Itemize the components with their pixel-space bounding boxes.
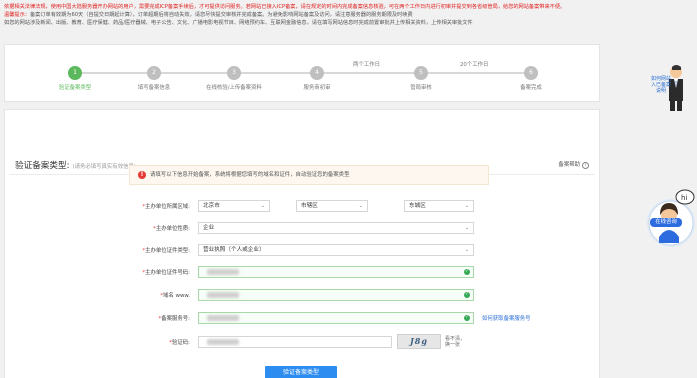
notice-panel: 依据相关法律法规，使用中国大陆服务器开办网站的用户，需要完成ICP备案手续后，才… [4, 4, 654, 27]
info-tip: ! 请填写以下信息开始备案，系统将根据您填写的域名和证件，自动验证您的备案类型 [129, 165, 489, 185]
domain-label-text: 域名 [163, 293, 174, 299]
step-6-dot: 6 [524, 66, 538, 80]
region-label-text: 主办单位所属区域: [145, 204, 190, 210]
cert-type-select[interactable]: 营业执照（个人或企业） ⌄ [198, 244, 474, 256]
svg-text:hi: hi [681, 194, 687, 202]
unit-type-row: *主办单位性质: 企业 ⌄ [0, 222, 596, 234]
notice-tip-text: 备案订单有效期为60天（自提交日期起计算），订单超期后将自动失效，请您尽快提交审… [29, 11, 413, 18]
online-consult-widget[interactable]: hi 在线咨询 [645, 185, 697, 257]
cert-type-value: 营业执照（个人或企业） [203, 247, 265, 253]
service-no-label: *备案服务号: [158, 316, 190, 322]
check-circle-icon: ✓ [464, 269, 470, 275]
region-label: *主办单位所属区域: [142, 204, 190, 210]
chevron-down-icon: ⌄ [464, 203, 469, 209]
step-3-dot: 3 [227, 66, 241, 80]
cert-type-label: *主办单位证件类型: [142, 248, 190, 254]
notice-line-tip: 温馨提示：备案订单有效期为60天（自提交日期起计算），订单超期后将自动失效，请您… [4, 12, 654, 20]
cert-type-label-text: 主办单位证件类型: [145, 248, 190, 254]
cert-no-label-text: 主办单位证件号码: [145, 270, 190, 276]
cert-no-row: *主办单位证件号码: ✓ [0, 266, 596, 278]
page-title: 验证备案类型: [15, 161, 70, 171]
city-select[interactable]: 市辖区 ⌄ [296, 200, 368, 212]
captcha-row: *验证码: [0, 336, 596, 348]
check-circle-icon: ✓ [464, 292, 470, 298]
province-value: 北京市 [203, 203, 220, 209]
step-1-dot: 1 [68, 66, 82, 80]
district-value: 东城区 [409, 203, 426, 209]
chevron-down-icon: ⌄ [260, 203, 265, 209]
help-link[interactable]: 备案帮助? [558, 160, 589, 169]
unit-type-label: *主办单位性质: [153, 226, 190, 232]
chevron-down-icon: ⌄ [464, 247, 469, 253]
captcha-label-text: 验证码: [172, 340, 190, 346]
step-4-label: 服务商初审 [303, 85, 331, 91]
masked-value [207, 268, 239, 275]
province-select[interactable]: 北京市 ⌄ [198, 200, 270, 212]
agent-help-widget[interactable]: 如何网站入已备案说明 [650, 62, 690, 132]
question-circle-icon: ? [582, 162, 589, 169]
city-value: 市辖区 [301, 203, 318, 209]
notice-line-special: 如您的网站涉及新闻、出版、教育、医疗保健、药品/医疗器械、电子公告、文化、广播电… [4, 19, 473, 26]
cert-no-label: *主办单位证件号码: [142, 270, 190, 276]
step-5-label: 管局审核 [410, 85, 432, 91]
cert-type-row: *主办单位证件类型: 营业执照（个人或企业） ⌄ [0, 244, 596, 256]
masked-value [207, 338, 239, 345]
step-3-label: 在线核验/上传备案资料 [206, 85, 262, 91]
masked-value [207, 314, 239, 321]
progress-track [75, 72, 535, 74]
check-circle-icon: ✓ [464, 315, 470, 321]
domain-input[interactable]: ✓ [198, 289, 474, 301]
warning-icon: ! [138, 171, 146, 179]
page-subtitle: (请务必填写真实有效信息) [72, 164, 136, 170]
domain-label: *域名 www. [160, 293, 190, 299]
step-2-label: 填写备案信息 [137, 85, 171, 91]
agent-help-text: 如何网站入已备案说明 [650, 76, 671, 94]
bureau-time-label: 20个工作日 [460, 62, 489, 68]
step-2-dot: 2 [147, 66, 161, 80]
service-no-label-text: 备案服务号: [161, 316, 190, 322]
district-select[interactable]: 东城区 ⌄ [404, 200, 474, 212]
masked-value [207, 291, 239, 298]
unit-type-value: 企业 [203, 225, 215, 231]
online-consult-label: 在线咨询 [650, 218, 682, 227]
domain-row: *域名 www. ✓ [0, 289, 596, 301]
unit-type-label-text: 主办单位性质: [155, 226, 190, 232]
service-no-input[interactable]: ✓ [198, 312, 474, 324]
notice-line-law: 依据相关法律法规，使用中国大陆服务器开办网站的用户，需要完成ICP备案手续后，才… [4, 4, 566, 10]
domain-prefix: www. [175, 293, 190, 299]
service-no-row: *备案服务号: ✓ 如何获取备案服务号 [0, 312, 596, 324]
progress-steps-panel: 1 2 3 4 5 6 验证备案类型 填写备案信息 在线核验/上传备案资料 服务… [4, 44, 600, 102]
refresh-captcha-link[interactable]: 看不清，换一张 [445, 336, 469, 348]
step-1-label: 验证备案类型 [58, 85, 92, 91]
chevron-down-icon: ⌄ [358, 203, 363, 209]
captcha-image[interactable]: J8g [397, 334, 441, 349]
step-5-dot: 5 [414, 66, 428, 80]
verify-type-button[interactable]: 验证备案类型 [265, 366, 337, 378]
info-tip-text: 请填写以下信息开始备案，系统将根据您填写的域名和证件，自动验证您的备案类型 [150, 172, 350, 178]
step-4-dot: 4 [310, 66, 324, 80]
region-row: *主办单位所属区域: 北京市 ⌄ 市辖区 ⌄ 东城区 ⌄ [0, 200, 596, 212]
get-service-no-link[interactable]: 如何获取备案服务号 [482, 314, 531, 322]
captcha-label: *验证码: [169, 340, 190, 346]
step-6-label: 备案完成 [520, 85, 542, 91]
chevron-down-icon: ⌄ [464, 225, 469, 231]
cert-no-input[interactable]: ✓ [198, 266, 474, 278]
captcha-input[interactable] [198, 336, 392, 348]
unit-type-select[interactable]: 企业 ⌄ [198, 222, 474, 234]
help-label: 备案帮助 [558, 162, 580, 168]
notice-tip-prefix: 温馨提示： [4, 11, 30, 18]
review-time-label: 两个工作日 [353, 62, 380, 68]
panel-heading: 验证备案类型: (请务必填写真实有效信息) [15, 159, 136, 171]
